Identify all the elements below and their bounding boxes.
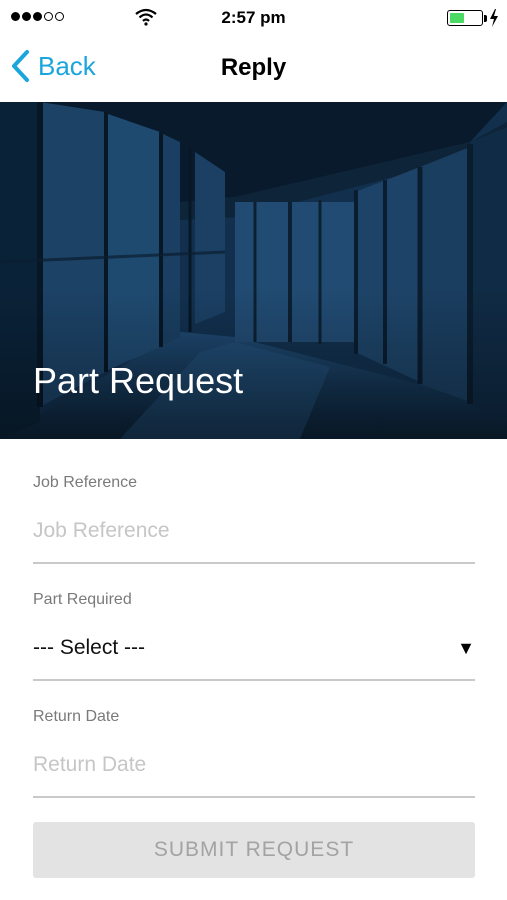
battery-level: [450, 13, 464, 23]
job-reference-label: Job Reference: [33, 474, 138, 491]
battery-cap: [484, 15, 487, 22]
return-date-label: Return Date: [33, 708, 120, 725]
status-time: 2:57 pm: [221, 8, 286, 27]
page-title: Reply: [220, 54, 287, 81]
submit-request-button[interactable]: SUBMIT REQUEST: [33, 822, 475, 878]
submit-request-label: SUBMIT REQUEST: [153, 838, 355, 861]
navigation-bar: Back Reply: [0, 36, 507, 102]
part-required-underline: [33, 679, 475, 681]
part-required-label: Part Required: [33, 591, 132, 608]
part-required-selected-value: --- Select ---: [33, 636, 145, 659]
return-date-underline: [33, 796, 475, 798]
battery-icon: [447, 10, 483, 26]
status-bar: 2:57 pm: [0, 0, 507, 36]
job-reference-underline: [33, 562, 475, 564]
job-reference-input[interactable]: [33, 511, 475, 551]
hero-banner: Part Request: [0, 102, 507, 439]
part-required-select[interactable]: --- Select --- ▼: [33, 628, 475, 668]
charging-bolt-icon: [490, 9, 498, 27]
hero-title: Part Request: [33, 360, 244, 401]
dropdown-arrow-icon: ▼: [457, 637, 475, 658]
return-date-input[interactable]: [33, 745, 475, 785]
